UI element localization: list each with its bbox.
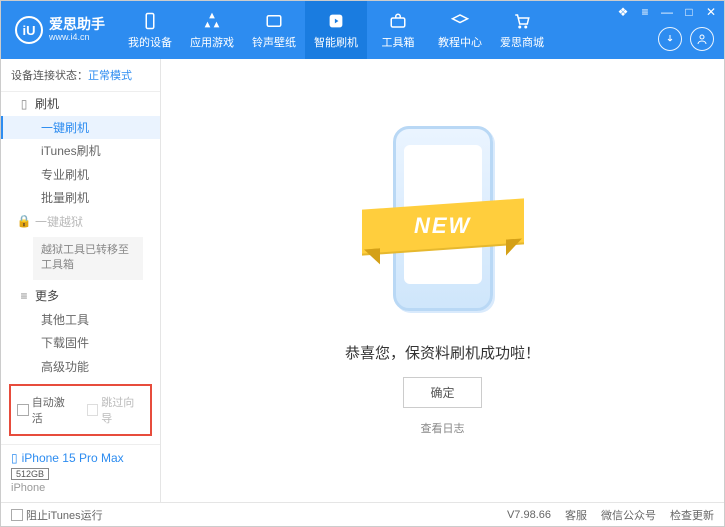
activation-options-box: 自动激活 跳过向导 <box>9 384 152 436</box>
phone-icon <box>140 11 160 31</box>
auto-activate-checkbox[interactable]: 自动激活 <box>17 394 75 426</box>
status-bar: 阻止iTunes运行 V7.98.66 客服 微信公众号 检查更新 <box>1 502 724 526</box>
phone-small-icon: ▯ <box>19 97 29 111</box>
device-type: iPhone <box>11 482 150 494</box>
nav-label: 工具箱 <box>382 34 415 50</box>
nav-label: 铃声壁纸 <box>252 34 296 50</box>
image-icon <box>264 11 284 31</box>
nav-label: 智能刷机 <box>314 34 358 50</box>
close-button[interactable]: ✕ <box>704 5 718 19</box>
device-phone-icon: ▯ <box>11 451 18 465</box>
sidebar-item-advanced[interactable]: 高级功能 <box>1 354 160 378</box>
new-ribbon: NEW <box>362 198 524 253</box>
success-message: 恭喜您，保资料刷机成功啦！ <box>345 342 540 363</box>
theme-icon[interactable]: ❖ <box>616 5 630 19</box>
sidebar-item-download-firmware[interactable]: 下载固件 <box>1 331 160 355</box>
app-url: www.i4.cn <box>49 33 105 43</box>
nav-apps-games[interactable]: 应用游戏 <box>181 1 243 59</box>
nav-smart-flash[interactable]: 智能刷机 <box>305 1 367 59</box>
success-illustration: ⌾ NEW <box>378 126 508 326</box>
sidebar-group-flash[interactable]: ▯ 刷机 <box>1 92 160 116</box>
ok-button[interactable]: 确定 <box>403 377 481 408</box>
sidebar-item-batch-flash[interactable]: 批量刷机 <box>1 186 160 210</box>
menu-icon[interactable]: ≡ <box>638 5 652 19</box>
sidebar-item-other-tools[interactable]: 其他工具 <box>1 307 160 331</box>
flash-icon <box>326 11 346 31</box>
sidebar-item-oneclick-flash[interactable]: 一键刷机 <box>1 116 160 140</box>
connection-mode: 正常模式 <box>88 70 132 82</box>
sidebar-group-jailbreak: 🔒 一键越狱 <box>1 210 160 234</box>
app-header: iU 爱思助手 www.i4.cn 我的设备 应用游戏 铃声壁纸 智能刷机 工具… <box>1 1 724 59</box>
download-button[interactable] <box>658 27 682 51</box>
device-info: ▯ iPhone 15 Pro Max 512GB iPhone <box>1 444 160 502</box>
app-name: 爱思助手 <box>49 17 105 32</box>
cart-icon <box>512 11 532 31</box>
sidebar: 设备连接状态：正常模式 ▯ 刷机 一键刷机 iTunes刷机 专业刷机 批量刷机… <box>1 59 161 502</box>
window-controls: ❖ ≡ ― □ ✕ <box>616 5 718 19</box>
nav-toolbox[interactable]: 工具箱 <box>367 1 429 59</box>
more-icon: ≡ <box>19 289 29 303</box>
device-storage: 512GB <box>11 468 49 480</box>
connection-status: 设备连接状态：正常模式 <box>1 59 160 92</box>
nav-label: 我的设备 <box>128 34 172 50</box>
nav-label: 爱思商城 <box>500 34 544 50</box>
lock-icon: 🔒 <box>19 214 29 228</box>
main-content: ⌾ NEW 恭喜您，保资料刷机成功啦！ 确定 查看日志 <box>161 59 724 502</box>
nav-label: 应用游戏 <box>190 34 234 50</box>
version-label: V7.98.66 <box>507 509 551 521</box>
sidebar-group-more[interactable]: ≡ 更多 <box>1 284 160 308</box>
toolbox-icon <box>388 11 408 31</box>
nav-ringtone-wallpaper[interactable]: 铃声壁纸 <box>243 1 305 59</box>
skip-guide-checkbox[interactable]: 跳过向导 <box>87 394 145 426</box>
footer-link-wechat[interactable]: 微信公众号 <box>601 507 656 523</box>
logo-icon: iU <box>15 16 43 44</box>
sidebar-item-itunes-flash[interactable]: iTunes刷机 <box>1 139 160 163</box>
nav-label: 教程中心 <box>438 34 482 50</box>
jailbreak-moved-note: 越狱工具已转移至工具箱 <box>33 237 143 280</box>
view-log-link[interactable]: 查看日志 <box>421 420 465 436</box>
minimize-button[interactable]: ― <box>660 5 674 19</box>
maximize-button[interactable]: □ <box>682 5 696 19</box>
top-nav: 我的设备 应用游戏 铃声壁纸 智能刷机 工具箱 教程中心 爱思商城 <box>119 1 553 59</box>
nav-tutorial[interactable]: 教程中心 <box>429 1 491 59</box>
graduation-icon <box>450 11 470 31</box>
footer-link-support[interactable]: 客服 <box>565 507 587 523</box>
footer-link-update[interactable]: 检查更新 <box>670 507 714 523</box>
device-name[interactable]: ▯ iPhone 15 Pro Max <box>11 451 150 465</box>
user-button[interactable] <box>690 27 714 51</box>
nav-my-device[interactable]: 我的设备 <box>119 1 181 59</box>
apps-icon <box>202 11 222 31</box>
sidebar-item-pro-flash[interactable]: 专业刷机 <box>1 163 160 187</box>
nav-store[interactable]: 爱思商城 <box>491 1 553 59</box>
block-itunes-checkbox[interactable]: 阻止iTunes运行 <box>11 507 103 523</box>
logo-block: iU 爱思助手 www.i4.cn <box>1 16 119 44</box>
